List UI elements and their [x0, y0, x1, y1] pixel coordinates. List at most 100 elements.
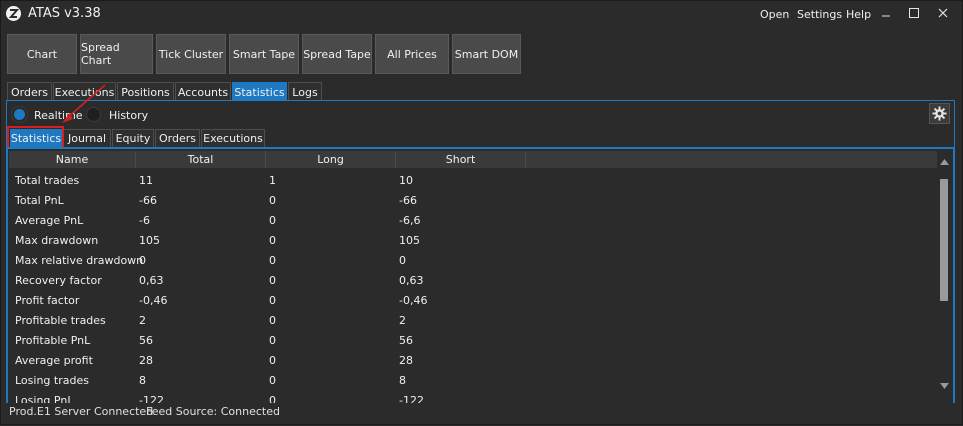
smart-dom-button[interactable]: Smart DOM — [452, 34, 521, 74]
table-cell-short: 2 — [399, 314, 406, 327]
table-cell-name: Average PnL — [15, 214, 84, 227]
table-cell-long: 0 — [269, 274, 276, 287]
tab-accounts[interactable]: Accounts — [175, 82, 231, 101]
table-cell-long: 0 — [269, 294, 276, 307]
atas-logo-icon — [6, 6, 21, 21]
table-cell-name: Average profit — [15, 354, 93, 367]
status-bar: Prod.E1 Server Connected Feed Source: Co… — [1, 403, 962, 424]
menu-help[interactable]: Help — [846, 8, 871, 21]
history-radio[interactable] — [86, 107, 101, 122]
app-title: ATAS v3.38 — [28, 6, 101, 21]
grid-body: Total trades 11 1 10 Total PnL -66 0 -66 Average… — [9, 170, 937, 403]
table-row[interactable]: Profit factor -0,46 0 -0,46 — [9, 290, 937, 310]
table-cell-short: -122 — [399, 394, 424, 403]
table-cell-short: 8 — [399, 374, 406, 387]
subtab-orders[interactable]: Orders — [155, 129, 200, 147]
tick-cluster-button[interactable]: Tick Cluster — [156, 34, 226, 74]
minimize-icon[interactable] — [878, 5, 894, 21]
spread-tape-button[interactable]: Spread Tape — [302, 34, 372, 74]
chart-button[interactable]: Chart — [7, 34, 77, 74]
table-cell-name: Profit factor — [15, 294, 80, 307]
table-cell-total: 8 — [139, 374, 146, 387]
table-row[interactable]: Profitable PnL 56 0 56 — [9, 330, 937, 350]
table-cell-short: -0,46 — [399, 294, 428, 307]
tab-orders[interactable]: Orders — [7, 82, 52, 101]
app-window: ATAS v3.38 Open Settings Help Chart Spre… — [0, 0, 963, 425]
tab-logs[interactable]: Logs — [288, 82, 322, 101]
table-cell-short: 56 — [399, 334, 413, 347]
title-bar: ATAS v3.38 Open Settings Help — [1, 1, 962, 27]
table-cell-short: 28 — [399, 354, 413, 367]
table-cell-long: 0 — [269, 334, 276, 347]
table-row[interactable]: Losing trades 8 0 8 — [9, 370, 937, 390]
table-cell-long: 0 — [269, 354, 276, 367]
realtime-radio[interactable] — [12, 107, 27, 122]
subtab-journal[interactable]: Journal — [63, 129, 111, 147]
column-header-total[interactable]: Total — [136, 151, 266, 168]
table-row[interactable]: Average PnL -6 0 -6,6 — [9, 210, 937, 230]
table-cell-total: -66 — [139, 194, 157, 207]
table-cell-short: -6,6 — [399, 214, 421, 227]
menu-open[interactable]: Open — [760, 8, 789, 21]
table-cell-total: -6 — [139, 214, 150, 227]
table-cell-short: 10 — [399, 174, 413, 187]
table-cell-name: Losing trades — [15, 374, 89, 387]
table-cell-name: Losing PnL — [15, 394, 74, 403]
table-cell-name: Total PnL — [15, 194, 64, 207]
table-row[interactable]: Average profit 28 0 28 — [9, 350, 937, 370]
table-cell-short: 105 — [399, 234, 420, 247]
close-icon[interactable] — [935, 5, 951, 21]
server-status: Prod.E1 Server Connected — [9, 405, 154, 418]
settings-gear-button[interactable] — [929, 103, 950, 124]
scrollbar-thumb[interactable] — [940, 179, 948, 301]
table-cell-short: 0,63 — [399, 274, 424, 287]
smart-tape-button[interactable]: Smart Tape — [229, 34, 299, 74]
table-cell-name: Max relative drawdown — [15, 254, 144, 267]
menu-settings[interactable]: Settings — [797, 8, 842, 21]
grid-header: Name Total Long Short — [9, 151, 937, 168]
table-cell-short: 0 — [399, 254, 406, 267]
table-row[interactable]: Total PnL -66 0 -66 — [9, 190, 937, 210]
table-cell-name: Max drawdown — [15, 234, 99, 247]
table-row[interactable]: Profitable trades 2 0 2 — [9, 310, 937, 330]
subtab-equity[interactable]: Equity — [112, 129, 154, 147]
table-cell-long: 0 — [269, 374, 276, 387]
all-prices-button[interactable]: All Prices — [375, 34, 449, 74]
scroll-down-icon[interactable] — [937, 379, 952, 393]
table-cell-name: Profitable PnL — [15, 334, 91, 347]
table-row[interactable]: Losing PnL -122 0 -122 — [9, 390, 937, 403]
tab-executions[interactable]: Executions — [53, 82, 116, 101]
table-cell-long: 0 — [269, 314, 276, 327]
tab-statistics[interactable]: Statistics — [232, 82, 287, 101]
table-cell-long: 0 — [269, 234, 276, 247]
table-row[interactable]: Recovery factor 0,63 0 0,63 — [9, 270, 937, 290]
table-cell-long: 1 — [269, 174, 276, 187]
table-cell-long: 0 — [269, 194, 276, 207]
table-cell-total: 0 — [139, 254, 146, 267]
feed-status: Feed Source: Connected — [146, 405, 280, 418]
column-header-short[interactable]: Short — [396, 151, 526, 168]
column-header-name[interactable]: Name — [9, 151, 136, 168]
table-cell-total: 0,63 — [139, 274, 164, 287]
column-header-long[interactable]: Long — [266, 151, 396, 168]
table-row[interactable]: Total trades 11 1 10 — [9, 170, 937, 190]
table-cell-name: Recovery factor — [15, 274, 102, 287]
table-cell-total: 28 — [139, 354, 153, 367]
scroll-up-icon[interactable] — [937, 155, 952, 169]
table-cell-name: Total trades — [15, 174, 80, 187]
spread-chart-button[interactable]: Spread Chart — [80, 34, 153, 74]
table-cell-total: -122 — [139, 394, 164, 403]
table-cell-total: -0,46 — [139, 294, 168, 307]
table-cell-short: -66 — [399, 194, 417, 207]
gear-icon — [932, 106, 947, 121]
tab-positions[interactable]: Positions — [117, 82, 174, 101]
subtab-executions[interactable]: Executions — [201, 129, 265, 147]
table-row[interactable]: Max relative drawdown 0 0 0 — [9, 250, 937, 270]
vertical-scrollbar[interactable] — [937, 151, 952, 403]
table-cell-total: 2 — [139, 314, 146, 327]
maximize-icon[interactable] — [906, 5, 922, 21]
table-row[interactable]: Max drawdown 105 0 105 — [9, 230, 937, 250]
table-cell-long: 0 — [269, 214, 276, 227]
realtime-label: Realtime — [34, 109, 83, 122]
table-cell-total: 105 — [139, 234, 160, 247]
